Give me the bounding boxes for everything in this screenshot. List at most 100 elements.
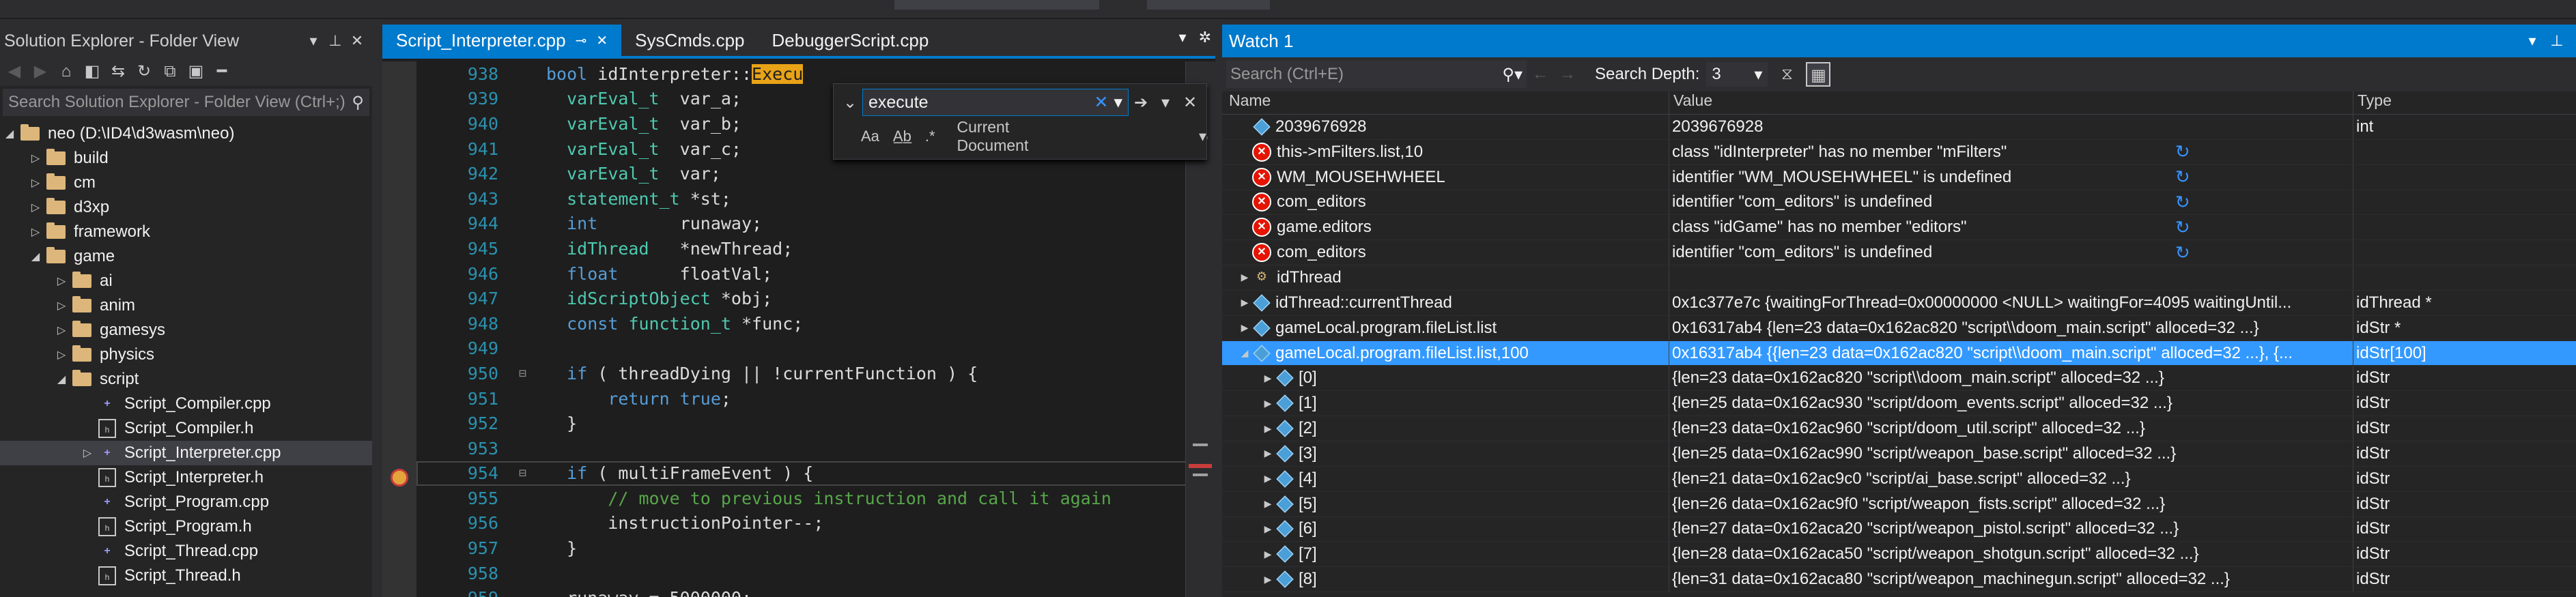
pin-icon[interactable]: ⊥ (2545, 32, 2569, 50)
toolbar-combo[interactable] (894, 0, 1099, 10)
watch-value-cell[interactable]: 0x16317ab4 {len=23 data=0x162ac820 "scri… (1669, 315, 2353, 340)
watch-value-cell[interactable]: {len=28 data=0x162aca50 "script/weapon_s… (1669, 542, 2353, 567)
tree-item[interactable]: ◢ game (0, 244, 372, 269)
watch-name-cell[interactable]: ▶ [5] (1222, 491, 1669, 516)
refresh-icon[interactable]: ↻ (2013, 166, 2353, 188)
tree-item[interactable]: h Script_Thread.h (0, 564, 372, 588)
expand-arrow-icon[interactable]: ◢ (1237, 347, 1252, 359)
watch-row[interactable]: ✕ com_editors identifier "com_editors" is … (1222, 190, 2576, 216)
expand-arrow-icon[interactable]: ▷ (53, 299, 70, 312)
watch-row[interactable]: ▶ [3] {len=25 data=0x162ac990 "script/weap… (1222, 441, 2576, 467)
expand-arrow-icon[interactable]: ▶ (1237, 322, 1252, 334)
watch-value-cell[interactable]: 2039676928 (1669, 115, 2353, 139)
watch-name-cell[interactable]: 2039676928 (1222, 115, 1669, 139)
watch-name-cell[interactable]: ▶ [4] (1222, 466, 1669, 491)
tree-root[interactable]: ◢ neo (D:\ID4\d3wasm\neo) (0, 121, 372, 146)
close-icon[interactable]: ✕ (596, 32, 608, 49)
refresh-icon[interactable]: ↻ (2013, 192, 2353, 213)
regex-icon[interactable]: .* (925, 128, 935, 145)
watch-row[interactable]: ✕ WM_MOUSEHWHEEL identifier "WM_MOUSEHWHEE… (1222, 164, 2576, 190)
watch-row[interactable]: ▶ idThread::currentThread 0x1c377e7c {wait… (1222, 290, 2576, 316)
expand-arrow-icon[interactable]: ◢ (27, 250, 44, 263)
watch-row[interactable]: ▶ [6] {len=27 data=0x162aca20 "script/weap… (1222, 516, 2576, 542)
watch-value-cell[interactable]: {len=23 data=0x162ac820 "script\\doom_ma… (1669, 366, 2353, 391)
watch-name-cell[interactable]: ✕ this->mFilters.list,10 (1222, 139, 1669, 164)
watch-name-cell[interactable]: ▶ [1] (1222, 391, 1669, 416)
expand-arrow-icon[interactable]: ▶ (1260, 398, 1275, 409)
watch-row[interactable]: ▶ [1] {len=25 data=0x162ac930 "script/doom… (1222, 391, 2576, 417)
tree-item[interactable]: + Script_Program.cpp (0, 490, 372, 514)
watch-value-cell[interactable]: class "idGame" has no member "editors" ↻ (1669, 215, 2353, 240)
tree-item[interactable]: ▷ cm (0, 171, 372, 195)
column-header-name[interactable]: Name (1222, 91, 1669, 114)
breakpoint-icon[interactable] (391, 469, 408, 486)
code-line[interactable]: 950 ⊟ if ( threadDying || !currentFunctio… (416, 361, 1215, 386)
find-next-icon[interactable]: ➔ (1129, 93, 1153, 113)
expand-arrow-icon[interactable]: ▷ (53, 323, 70, 337)
column-header-type[interactable]: Type (2353, 91, 2576, 114)
home-icon[interactable]: ⌂ (55, 60, 78, 83)
code-line[interactable]: 942 varEval_t var; (416, 161, 1215, 186)
dropdown-icon[interactable]: ▾ (1153, 93, 1178, 113)
expand-arrow-icon[interactable]: ▷ (27, 151, 44, 165)
expand-arrow-icon[interactable]: ▶ (1260, 448, 1275, 459)
watch-search-input[interactable]: Search (Ctrl+E) ⚲▾ (1226, 61, 1527, 88)
code-line[interactable]: 955 // move to previous instruction and … (416, 486, 1215, 511)
clear-icon[interactable]: ✕ (1094, 92, 1108, 113)
watch-row[interactable]: ▶ [0] {len=23 data=0x162ac820 "script\\doo… (1222, 366, 2576, 392)
watch-name-cell[interactable]: ✕ com_editors (1222, 190, 1669, 215)
expand-arrow-icon[interactable]: ◢ (1, 127, 18, 141)
watch-value-cell[interactable]: 0x16317ab4 {{len=23 data=0x162ac820 "scr… (1669, 340, 2353, 366)
watch-value-cell[interactable]: {len=21 data=0x162ac9c0 "script/ai_base.… (1669, 466, 2353, 491)
search-icon[interactable]: ⚲▾ (1502, 65, 1523, 85)
search-depth-select[interactable]: 3 ▾ (1706, 62, 1768, 87)
sync-icon[interactable]: ⇆ (107, 60, 130, 83)
watch-name-cell[interactable]: ◢ gameLocal.program.fileList.list,100 (1222, 340, 1669, 366)
code-line[interactable]: 959 runaway = 5000000; (416, 585, 1215, 597)
watch-value-cell[interactable]: {len=26 data=0x162ac9f0 "script/weapon_f… (1669, 491, 2353, 516)
switch-views-icon[interactable]: ◧ (81, 60, 104, 83)
watch-value-cell[interactable]: identifier "com_editors" is undefined ↻ (1669, 240, 2353, 265)
scope-dropdown-icon[interactable]: ▾ (1199, 128, 1206, 145)
expand-arrow-icon[interactable]: ▷ (53, 274, 70, 288)
tree-item[interactable]: ▷ + Script_Interpreter.cpp (0, 441, 372, 465)
search-scope[interactable]: Current Document (957, 118, 1049, 155)
dropdown-icon[interactable]: ▾ (302, 32, 324, 50)
watch-value-cell[interactable]: {len=31 data=0x162aca80 "script/weapon_m… (1669, 567, 2353, 592)
pin-icon[interactable]: ⊸ (576, 32, 587, 49)
code-line[interactable]: 944 int runaway; (416, 212, 1215, 237)
watch-value-cell[interactable]: {len=23 data=0x162ac960 "script/doom_uti… (1669, 416, 2353, 441)
watch-name-cell[interactable]: ▶ [3] (1222, 441, 1669, 466)
watch-row[interactable]: ✕ game.editors class "idGame" has no membe… (1222, 215, 2576, 241)
watch-value-cell[interactable]: class "idInterpreter" has no member "mFi… (1669, 139, 2353, 164)
solution-search-input[interactable]: Search Solution Explorer - Folder View (… (3, 89, 369, 116)
expand-arrow-icon[interactable]: ▶ (1260, 523, 1275, 535)
refresh-icon[interactable]: ↻ (132, 60, 156, 83)
match-case-icon[interactable]: Aa (861, 128, 879, 145)
code-line[interactable]: 946 float floatVal; (416, 261, 1215, 287)
tree-item[interactable]: ◢ script (0, 367, 372, 392)
code-line[interactable]: 949 (416, 336, 1215, 362)
tree-item[interactable]: ▷ framework (0, 220, 372, 244)
forward-icon[interactable]: ▶ (29, 60, 52, 83)
watch-name-cell[interactable]: ▶ [2] (1222, 416, 1669, 441)
watch-row[interactable]: ▶ gameLocal.program.fileList.list 0x16317a… (1222, 315, 2576, 341)
expand-arrow-icon[interactable]: ▷ (27, 176, 44, 190)
toolbar-combo[interactable] (1147, 0, 1270, 10)
dropdown-icon[interactable]: ▾ (1108, 92, 1122, 113)
watch-value-cell[interactable]: {len=25 data=0x162ac990 "script/weapon_b… (1669, 441, 2353, 466)
tree-item[interactable]: h Script_Compiler.h (0, 416, 372, 441)
watch-row[interactable]: 2039676928 2039676928 int (1222, 115, 2576, 140)
watch-row[interactable]: ▶ [2] {len=23 data=0x162ac960 "script/doom… (1222, 416, 2576, 441)
watch-row[interactable]: ▶ [7] {len=28 data=0x162aca50 "script/weap… (1222, 542, 2576, 568)
code-line[interactable]: 947 idScriptObject *obj; (416, 286, 1215, 311)
watch-row[interactable]: ▶ ⚙ idThread (1222, 265, 2576, 291)
watch-value-cell[interactable]: 0x1c377e7c {waitingForThread=0x00000000 … (1669, 290, 2353, 315)
properties-icon[interactable]: ━ (210, 60, 233, 83)
whole-word-icon[interactable]: A̲b̲ (893, 128, 911, 145)
watch-row[interactable]: ✕ com_editors identifier "com_editors" is … (1222, 240, 2576, 266)
tab-syscmds[interactable]: SysCmds.cpp (621, 25, 758, 56)
close-icon[interactable]: ✕ (346, 32, 368, 50)
expand-arrow-icon[interactable]: ▷ (79, 446, 96, 460)
watch-name-cell[interactable]: ▶ [6] (1222, 516, 1669, 542)
